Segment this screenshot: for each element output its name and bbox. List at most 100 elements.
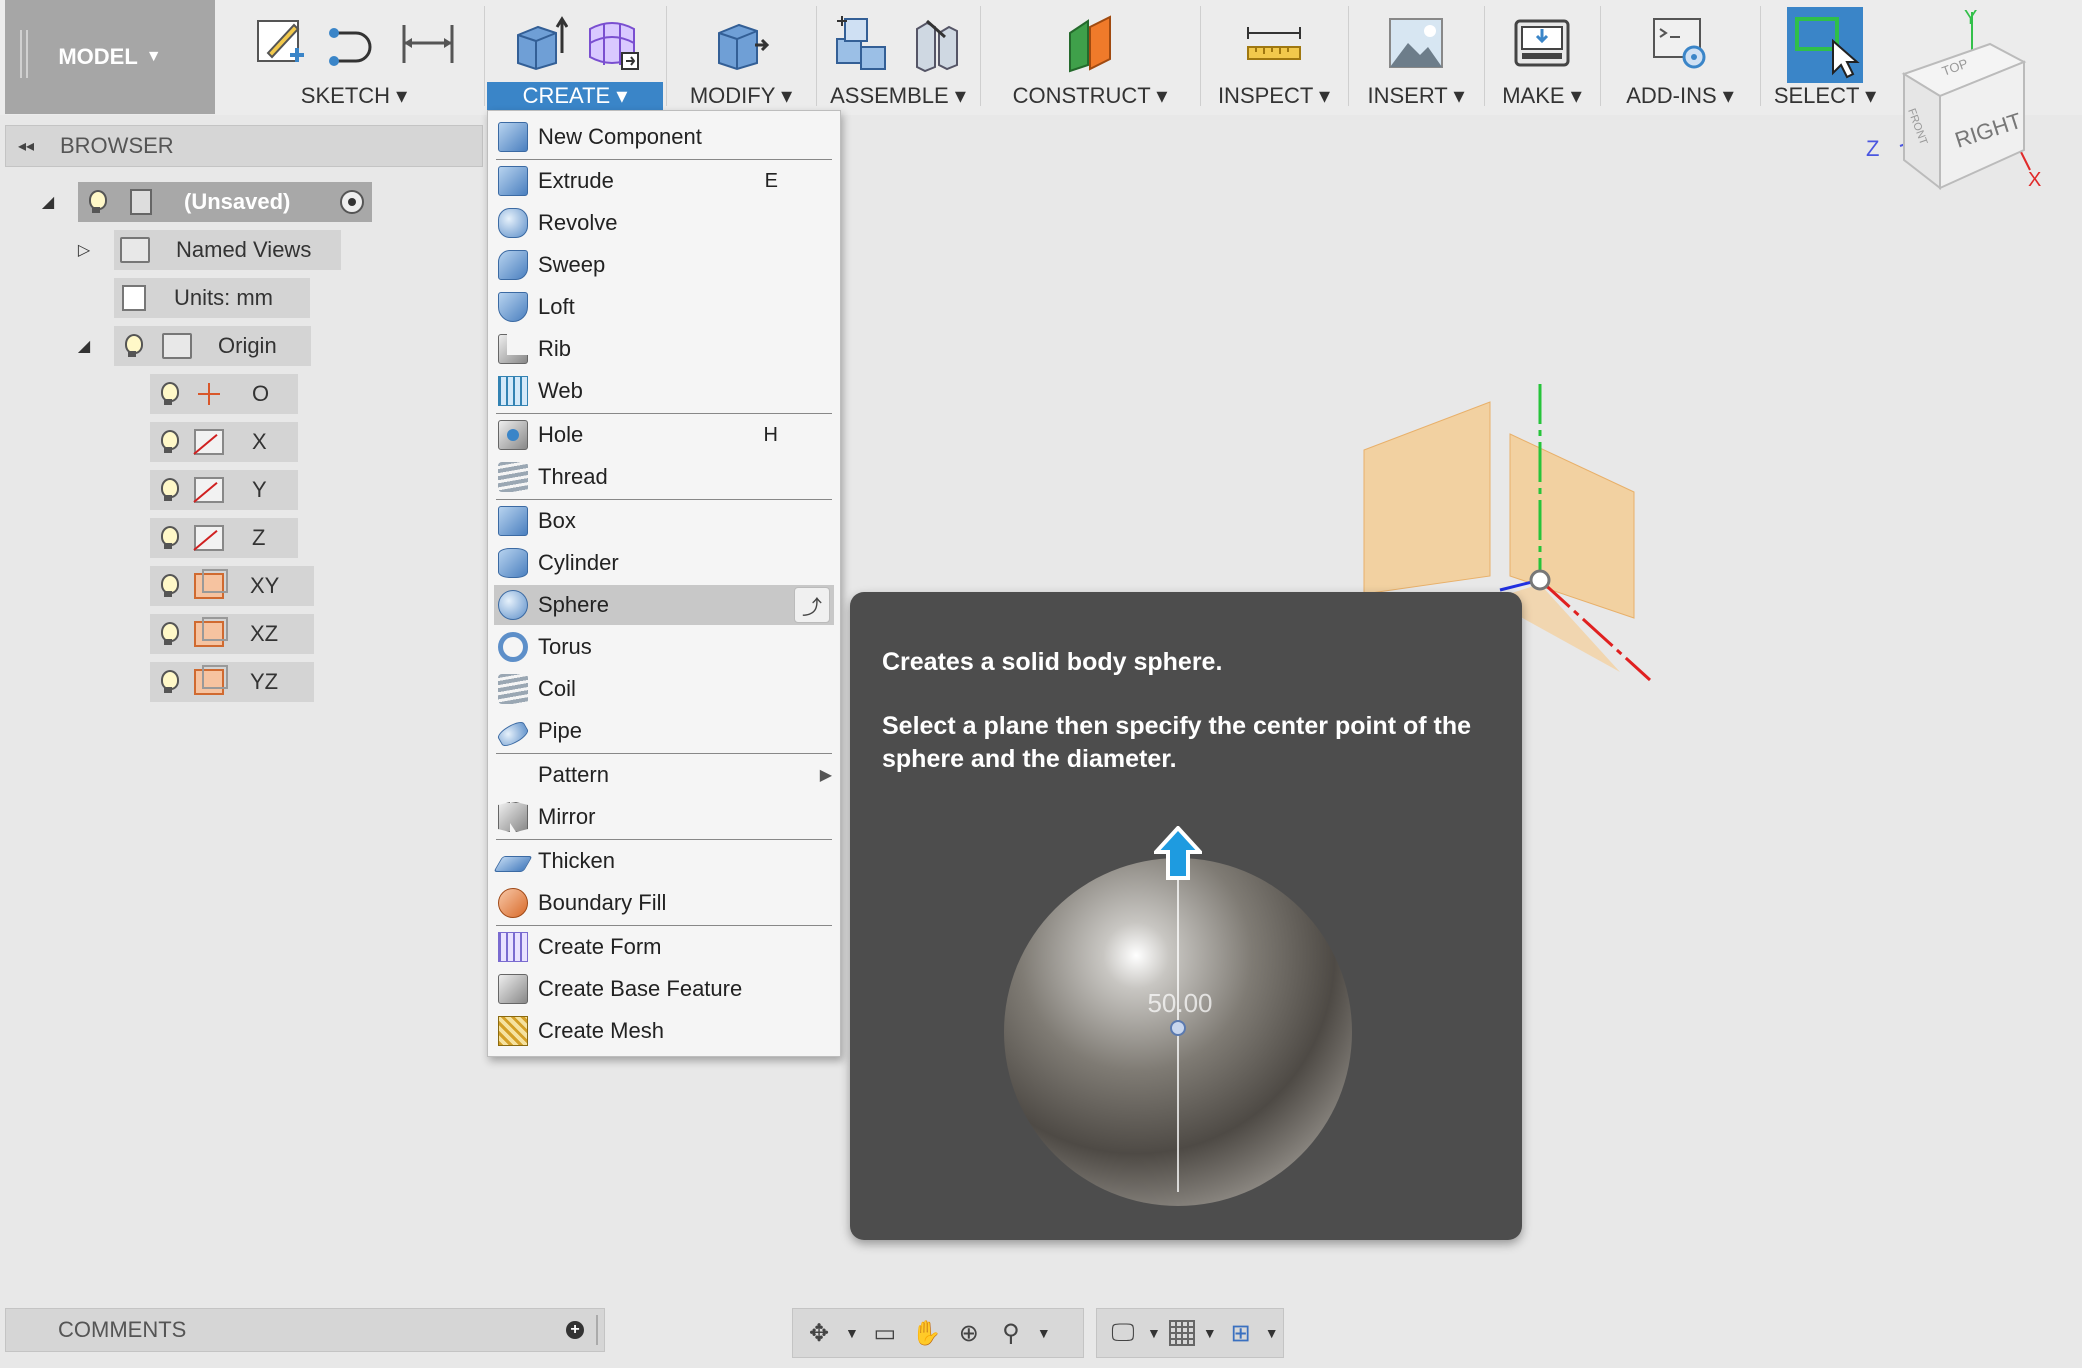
inspect-menu-label[interactable]: INSPECT ▾ [1201,82,1347,110]
look-at-icon[interactable]: ▭ [869,1317,901,1349]
orbit-icon[interactable]: ✥ [803,1317,835,1349]
browser-item-xy-plane[interactable]: XY [150,566,314,606]
add-comment-icon[interactable]: + [566,1321,584,1339]
visibility-bulb-icon[interactable] [160,622,179,646]
3d-print-icon[interactable] [1512,13,1572,73]
menu-item-hole[interactable]: Hole H [494,415,834,455]
xy-plane[interactable] [1363,401,1491,595]
construct-group[interactable]: CONSTRUCT ▾ [981,0,1199,115]
add-ins-menu-label[interactable]: ADD-INS ▾ [1601,82,1759,110]
chevron-down-icon[interactable]: ▼ [1037,1325,1051,1341]
visibility-bulb-icon[interactable] [160,478,179,502]
menu-item-coil[interactable]: Coil [494,669,834,709]
inspect-group[interactable]: INSPECT ▾ [1201,0,1347,115]
measure-icon[interactable] [1244,13,1304,73]
select-icon[interactable] [1787,7,1863,83]
activate-radio-icon[interactable] [340,190,364,214]
grip-handle[interactable] [20,30,28,78]
create-menu-label[interactable]: CREATE ▾ [487,82,663,110]
menu-item-loft[interactable]: Loft [494,287,834,327]
browser-panel-header[interactable]: ◂◂ BROWSER [5,125,483,167]
visibility-bulb-icon[interactable] [124,334,143,358]
browser-item-xz-plane[interactable]: XZ [150,614,314,654]
visibility-bulb-icon[interactable] [160,526,179,550]
expand-toggle-icon[interactable]: ▷ [74,240,94,260]
create-group[interactable]: CREATE ▾ [485,0,665,115]
sketch-menu-label[interactable]: SKETCH ▾ [225,82,483,110]
browser-item-yz-plane[interactable]: YZ [150,662,314,702]
chevron-down-icon[interactable]: ▼ [1265,1325,1279,1341]
browser-root-node[interactable]: (Unsaved) [78,182,372,222]
insert-image-icon[interactable] [1386,13,1446,73]
extrude-icon[interactable] [508,13,568,73]
press-pull-icon[interactable] [711,13,771,73]
menu-item-extrude[interactable]: Extrude E [494,161,834,201]
menu-item-mirror[interactable]: Mirror [494,797,834,837]
menu-item-create-form[interactable]: Create Form [494,927,834,967]
create-sketch-icon[interactable] [250,13,310,73]
expand-toggle-icon[interactable]: ◢ [38,192,58,212]
new-component-icon[interactable] [831,13,891,73]
sketch-group[interactable]: SKETCH ▾ [225,0,483,115]
grid-settings-icon[interactable] [1168,1320,1195,1346]
viewcube[interactable]: Y Z X RIGHT TOP FRONT [1860,0,2082,200]
browser-item-named-views[interactable]: Named Views [114,230,341,270]
menu-item-web[interactable]: Web [494,371,834,411]
chevron-down-icon[interactable]: ▼ [1203,1325,1217,1341]
viewports-icon[interactable]: ⊞ [1225,1317,1257,1349]
menu-item-thread[interactable]: Thread [494,457,834,497]
assemble-menu-label[interactable]: ASSEMBLE ▾ [817,82,979,110]
arc-sketch-icon[interactable] [324,13,384,73]
browser-item-x-axis[interactable]: X [150,422,298,462]
menu-item-sweep[interactable]: Sweep [494,245,834,285]
menu-item-torus[interactable]: Torus [494,627,834,667]
visibility-bulb-icon[interactable] [160,670,179,694]
visibility-bulb-icon[interactable] [88,190,107,214]
menu-item-sphere[interactable]: Sphere ⤴ [494,585,834,625]
assemble-group[interactable]: ASSEMBLE ▾ [817,0,979,115]
menu-item-box[interactable]: Box [494,501,834,541]
add-ins-group[interactable]: ADD-INS ▾ [1601,0,1759,115]
browser-item-z-axis[interactable]: Z [150,518,298,558]
modify-group[interactable]: MODIFY ▾ [667,0,815,115]
visibility-bulb-icon[interactable] [160,574,179,598]
browser-item-origin-point[interactable]: O [150,374,298,414]
make-menu-label[interactable]: MAKE ▾ [1485,82,1599,110]
collapse-panel-icon[interactable]: ◂◂ [6,136,46,156]
comments-panel[interactable]: COMMENTS + [5,1308,605,1352]
offset-plane-icon[interactable] [1060,13,1120,73]
visibility-bulb-icon[interactable] [160,430,179,454]
origin-point[interactable] [1529,569,1551,591]
modify-menu-label[interactable]: MODIFY ▾ [667,82,815,110]
menu-item-cylinder[interactable]: Cylinder [494,543,834,583]
browser-item-y-axis[interactable]: Y [150,470,298,510]
workspace-mode-button[interactable]: MODEL ▼ [5,0,215,114]
pan-hand-icon[interactable]: ✋ [911,1317,943,1349]
add-to-toolbar-icon[interactable]: ⤴ [794,587,830,623]
joint-icon[interactable] [905,13,965,73]
chevron-down-icon[interactable]: ▼ [1147,1325,1161,1341]
chevron-down-icon[interactable]: ▼ [845,1325,859,1341]
display-settings-icon[interactable]: 🖵 [1107,1317,1139,1349]
expand-toggle-icon[interactable]: ◢ [74,336,94,356]
menu-item-create-base-feature[interactable]: Create Base Feature [494,969,834,1009]
construct-menu-label[interactable]: CONSTRUCT ▾ [981,82,1199,110]
browser-item-units[interactable]: Units: mm [114,278,310,318]
scripts-icon[interactable] [1650,13,1710,73]
menu-item-rib[interactable]: Rib [494,329,834,369]
insert-menu-label[interactable]: INSERT ▾ [1349,82,1483,110]
insert-group[interactable]: INSERT ▾ [1349,0,1483,115]
fit-zoom-icon[interactable]: ⚲ [995,1317,1027,1349]
zoom-icon[interactable]: ⊕ [953,1317,985,1349]
menu-item-revolve[interactable]: Revolve [494,203,834,243]
menu-item-boundary-fill[interactable]: Boundary Fill [494,883,834,923]
make-group[interactable]: MAKE ▾ [1485,0,1599,115]
grip-handle[interactable] [596,1315,602,1345]
dimension-icon[interactable] [398,13,458,73]
browser-item-origin[interactable]: Origin [114,326,311,366]
menu-item-new-component[interactable]: New Component [494,117,834,157]
visibility-bulb-icon[interactable] [160,382,179,406]
create-form-icon[interactable] [582,13,642,73]
menu-item-pipe[interactable]: Pipe [494,711,834,751]
menu-item-thicken[interactable]: Thicken [493,841,834,881]
